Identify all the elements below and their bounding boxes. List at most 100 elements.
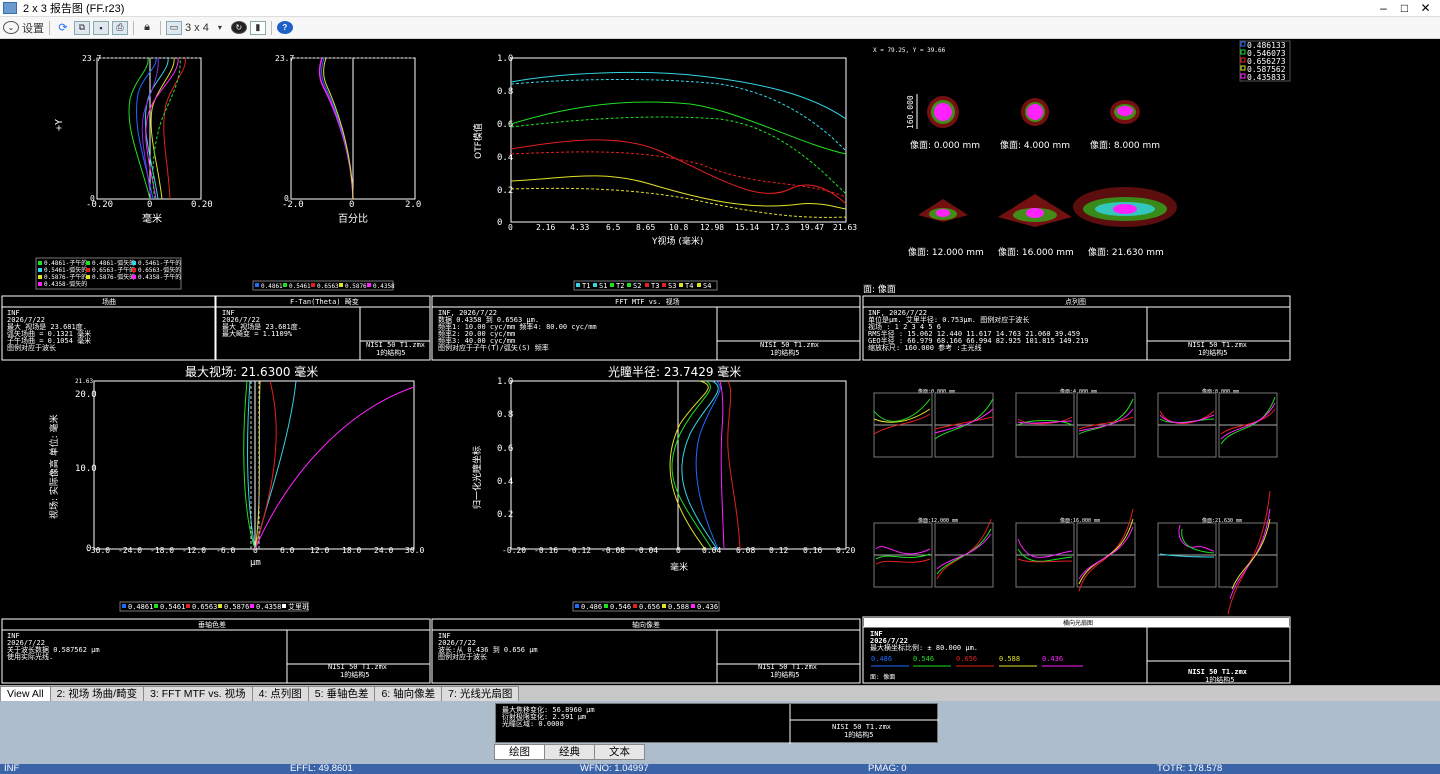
info-box-distortion: F-Tan(Theta) 畸变 INF 2026/7/22 最大 视场是 23.… bbox=[215, 295, 431, 361]
info-line: 缩放标尺: 160.000 参考 :主光线 bbox=[868, 343, 982, 352]
spot-surface-label: 面: 像面 bbox=[863, 283, 896, 295]
mtf-x-tick: 12.98 bbox=[700, 223, 724, 232]
info-file: NISI 50 T1.zmx bbox=[366, 341, 425, 349]
plot-title: 光瞳半径: 23.7429 毫米 bbox=[608, 364, 741, 379]
info-line: 最大畸变 = 1.1109% bbox=[222, 329, 293, 338]
legend-item: 0.5876-子午的 bbox=[44, 273, 87, 281]
ray-fan-plots: 像面:0.000 mm 像面:4.000 mm 像面:8.000 mm 像面:1… bbox=[873, 388, 1278, 615]
lc-x-tick: 30.0 bbox=[405, 546, 424, 555]
lower-report-panel: 最大焦移变化: 56.8960 μm 衍射极限变化: 2.591 μm 光瞳区域… bbox=[495, 703, 939, 744]
legend-item: 0.4861-子午的 bbox=[44, 259, 87, 267]
tab-ray-fan[interactable]: 7: 光线光扇图 bbox=[441, 686, 520, 701]
refresh-icon[interactable]: ⟳ bbox=[55, 20, 71, 36]
fan-label: 像面:0.000 mm bbox=[918, 388, 955, 395]
ray-fan-1: 像面:4.000 mm bbox=[1015, 388, 1136, 458]
la-x-tick: 0.12 bbox=[769, 546, 788, 555]
legend-item: 0.588 bbox=[668, 603, 689, 611]
lc-x-tick: -12.0 bbox=[182, 546, 206, 555]
spot-field-label: 像面: 21.630 mm bbox=[1088, 246, 1164, 258]
window-icon[interactable]: ▭ bbox=[166, 20, 182, 35]
chevron-down-icon[interactable]: ⌄ bbox=[3, 21, 19, 34]
mtf-y-tick: 0.8 bbox=[497, 87, 513, 97]
tab-view-all[interactable]: View All bbox=[0, 686, 51, 701]
legend-item: 0.4861-弧矢的 bbox=[92, 259, 135, 267]
spot-scale: 160.000 bbox=[906, 95, 915, 129]
info-title: 点列图 bbox=[1065, 297, 1086, 306]
dist-x-tick: 0 bbox=[349, 200, 354, 210]
legend-item: T3 bbox=[651, 282, 659, 290]
la-y-tick: 1.0 bbox=[497, 377, 513, 387]
legend-item: 0.6563 bbox=[317, 283, 339, 290]
tab-lateral-color[interactable]: 5: 垂轴色差 bbox=[307, 686, 376, 701]
la-y-tick: 0.2 bbox=[497, 510, 513, 520]
mtf-x-tick: 4.33 bbox=[570, 223, 589, 232]
info-title: 垂轴色差 bbox=[198, 620, 226, 629]
dropdown-arrow-icon[interactable]: ▾ bbox=[212, 20, 228, 36]
copy-icon[interactable]: ⧉ bbox=[74, 20, 90, 35]
print-icon[interactable]: ⎙ bbox=[112, 20, 128, 35]
tab-field-distortion[interactable]: 2: 视场 场曲/畸变 bbox=[49, 686, 145, 701]
info-line: 图例对应于波长 bbox=[7, 343, 56, 352]
mtf-y-tick: 0.4 bbox=[497, 153, 513, 163]
fc-x-tick: 0 bbox=[147, 200, 152, 210]
layout-dropdown[interactable]: 3 x 4 bbox=[185, 20, 209, 36]
lower-report-svg: 最大焦移变化: 56.8960 μm 衍射极限变化: 2.591 μm 光瞳区域… bbox=[502, 704, 939, 744]
legend-item: 0.486 bbox=[581, 603, 602, 611]
lc-x-tick: -18.0 bbox=[150, 546, 174, 555]
lc-x-tick: -30.0 bbox=[86, 546, 110, 555]
info-line: 图例对应于子午(T)/弧矢(S) 频率 bbox=[438, 343, 549, 352]
distortion-plot: 23.7 0 -2.0 0 2.0 百分比 bbox=[275, 54, 421, 225]
info-line: 使用实际光线. bbox=[7, 652, 53, 661]
settings-button[interactable]: 设置 bbox=[22, 20, 44, 36]
mtf-y-tick: 1.0 bbox=[497, 54, 513, 64]
tab-plot[interactable]: 绘图 bbox=[494, 744, 545, 760]
tab-longitudinal[interactable]: 6: 轴向像差 bbox=[374, 686, 443, 701]
spot-field-label: 像面: 8.000 mm bbox=[1090, 139, 1160, 151]
toolbar-separator bbox=[270, 20, 272, 35]
info-config: 1的结构5 bbox=[770, 348, 799, 357]
rotate-icon[interactable]: ↻ bbox=[230, 21, 247, 34]
lc-y-top: 21.63 bbox=[75, 378, 93, 385]
mtf-y-tick: 0.6 bbox=[497, 120, 513, 130]
ray-fan-4: 像面:16.000 mm bbox=[1015, 508, 1136, 592]
info-box-spot: 点列图 INF, 2026/7/22 单位是μm. 艾里半径: 0.753μm.… bbox=[862, 295, 1291, 361]
la-legend: 0.486 0.546 0.656 0.588 0.436 bbox=[572, 601, 720, 612]
tab-spot-diagram[interactable]: 4: 点列图 bbox=[251, 686, 309, 701]
fc-x-tick: -0.20 bbox=[86, 200, 113, 210]
minimize-button[interactable]: – bbox=[1373, 0, 1394, 16]
info-file: NISI 50 T1.zmx bbox=[760, 341, 819, 349]
legend-item: T4 bbox=[685, 282, 693, 290]
tab-text[interactable]: 文本 bbox=[594, 744, 645, 760]
tab-fft-mtf[interactable]: 3: FFT MTF vs. 视场 bbox=[143, 686, 253, 701]
fan-label: 像面:4.000 mm bbox=[1060, 388, 1097, 395]
fan-label: 像面:8.000 mm bbox=[1202, 388, 1239, 395]
info-file: NISI 50 T1.zmx bbox=[1188, 668, 1248, 676]
close-button[interactable]: ✕ bbox=[1415, 0, 1436, 16]
save-icon[interactable]: ▪ bbox=[93, 20, 109, 35]
legend-item: S2 bbox=[633, 282, 641, 290]
dist-x-tick: -2.0 bbox=[282, 200, 304, 210]
ray-fan-5: 像面:21.630 mm bbox=[1157, 490, 1278, 615]
help-icon[interactable]: ? bbox=[276, 21, 293, 34]
lock-icon[interactable]: 🔒︎ bbox=[139, 20, 155, 36]
la-x-tick: 0.16 bbox=[803, 546, 822, 555]
dock-icon[interactable]: ▮ bbox=[249, 20, 266, 35]
maximize-button[interactable]: □ bbox=[1394, 0, 1415, 16]
dist-x-label: 百分比 bbox=[338, 213, 368, 225]
tab-classic[interactable]: 经典 bbox=[544, 744, 595, 760]
legend-item: 0.6563 bbox=[192, 603, 217, 611]
status-object: INF bbox=[4, 763, 20, 774]
wavelength-label: 0.436 bbox=[1042, 655, 1063, 663]
spot-pattern bbox=[918, 96, 1177, 227]
lateral-color-plot: 最大视场: 21.6300 毫米 21.63 20.0 10.0 0 -30.0… bbox=[48, 364, 424, 568]
mtf-x-tick: 17.3 bbox=[770, 223, 789, 232]
legend-item: 0.4861 bbox=[261, 283, 283, 290]
la-x-tick: 0.20 bbox=[836, 546, 855, 555]
mtf-legend: T1 S1 T2 S2 T3 S3 T4 S4 bbox=[573, 280, 718, 291]
ray-fan-2: 像面:8.000 mm bbox=[1157, 388, 1278, 458]
wavelength-label: 0.656 bbox=[956, 655, 977, 663]
lc-x-tick: 18.0 bbox=[342, 546, 361, 555]
lc-x-tick: 24.0 bbox=[374, 546, 393, 555]
lc-y-tick: 20.0 bbox=[75, 390, 97, 400]
info-file: NISI 50 T1.zmx bbox=[832, 723, 891, 731]
